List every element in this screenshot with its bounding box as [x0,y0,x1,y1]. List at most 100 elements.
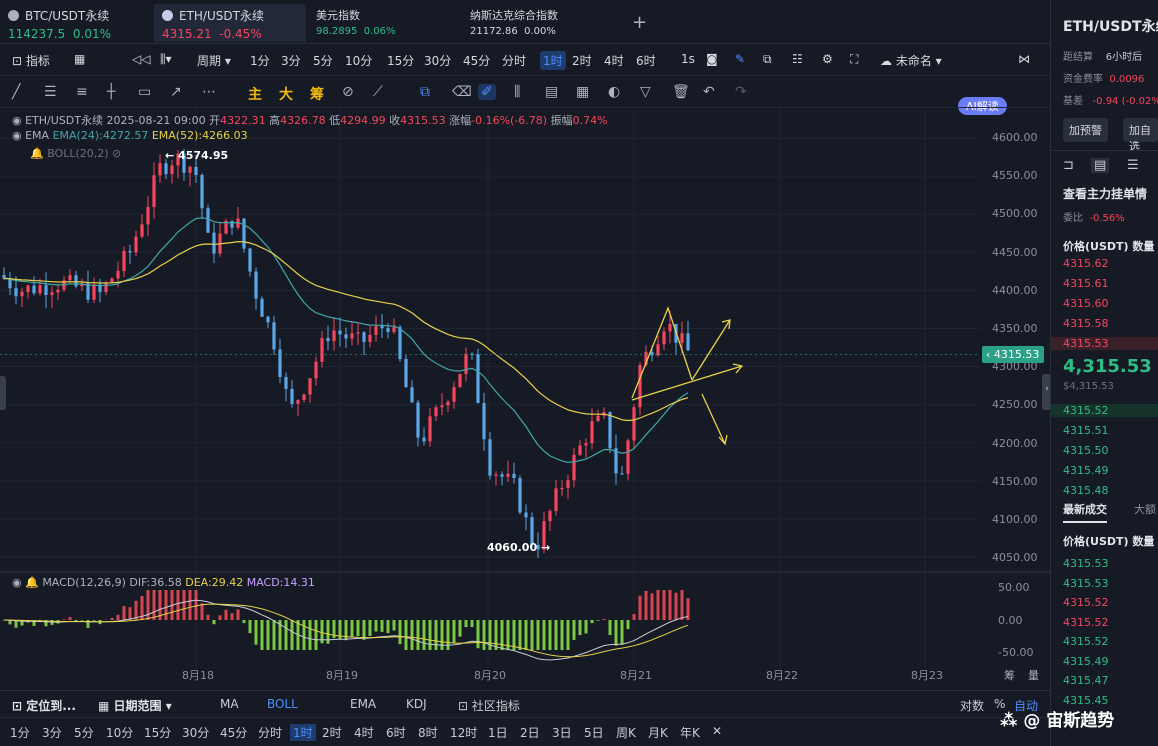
bid-row[interactable]: 4315.51 [1063,424,1109,437]
bid-row[interactable]: 4315.52 [1051,404,1158,417]
bid-row[interactable]: 4315.50 [1063,444,1109,457]
interval-10[interactable]: 4时 [604,52,624,69]
bid-row[interactable]: 4315.49 [1063,464,1109,477]
bid-row[interactable]: 4315.48 [1063,484,1109,497]
ask-row[interactable]: 4315.58 [1063,317,1109,330]
rewind-icon[interactable]: ◁◁ [132,52,150,66]
layout-icon[interactable]: ☷ [792,52,803,66]
orderbook-bid-icon[interactable]: ☰ [1127,158,1139,173]
ask-row[interactable]: 4315.62 [1063,257,1109,270]
bottom-interval-9[interactable]: 2时 [322,724,342,741]
eraser-icon[interactable]: ⌫ [452,84,472,100]
bottom-interval-17[interactable]: 5日 [584,724,604,741]
add-watchlist-button[interactable]: 加自选 [1123,118,1158,153]
ray-icon[interactable]: ↗ [170,84,182,100]
undo-icon[interactable]: ↶ [703,84,715,100]
date-range-dropdown[interactable]: ▦ 日期范围 ▾ [98,697,172,714]
add-tab-button[interactable]: + [632,12,647,33]
bottom-interval-15[interactable]: 2日 [520,724,540,741]
orderbook-both-icon[interactable]: ⊐ [1063,158,1074,173]
candle-type-icon[interactable]: ⫼▾ [160,52,172,67]
bottom-interval-1[interactable]: 3分 [42,724,62,741]
big-order-button[interactable]: 大 [279,84,293,104]
interval-5[interactable]: 30分 [424,52,451,69]
bottom-interval-4[interactable]: 15分 [144,724,171,741]
bell-icon[interactable]: 🔔 [25,576,39,589]
locate-button[interactable]: ⊡ 定位到... [12,697,76,714]
left-panel-handle[interactable] [0,376,6,410]
ask-row[interactable]: 4315.53 [1051,337,1158,350]
interval-1[interactable]: 3分 [281,52,301,69]
candles-icon[interactable]: ⫼ [514,84,520,100]
indicators-button[interactable]: ⊡ 指标 [12,52,50,69]
settings-icon[interactable]: ⚙ [822,52,833,66]
pen-icon[interactable]: ✎ [735,52,745,66]
chip-corner[interactable]: 筹 [1004,667,1015,683]
eye-icon[interactable]: ◉ [12,129,22,142]
orderbook-link[interactable]: 查看主力挂单情 [1063,185,1147,202]
chip-button[interactable]: 筹 [310,84,324,104]
brush-icon[interactable]: ◐ [608,84,620,100]
ask-row[interactable]: 4315.61 [1063,277,1109,290]
ma-tab[interactable]: MA [220,697,239,711]
interval-2[interactable]: 5分 [313,52,333,69]
calendar-icon[interactable]: ▦ [74,52,85,66]
hidden-eye-icon[interactable]: ⊘ [112,147,121,160]
add-alert-button[interactable]: 加预警 [1063,118,1108,142]
community-indicators-button[interactable]: ⊡ 社区指标 [458,697,520,714]
interval-7[interactable]: 分时 [502,52,526,69]
bottom-interval-19[interactable]: 月K [648,724,668,741]
fullscreen-icon[interactable]: ⛶ [850,52,858,67]
bottom-interval-6[interactable]: 45分 [220,724,247,741]
clipboard-icon[interactable]: ▤ [545,84,558,100]
bottom-interval-10[interactable]: 4时 [354,724,374,741]
ema-tab[interactable]: EMA [350,697,376,711]
rect-icon[interactable]: ▭ [138,84,151,100]
tab-nasdaq[interactable]: 纳斯达克综合指数 21172.86 0.00% [462,4,566,42]
channel-icon[interactable]: ≡ [76,84,88,100]
big-trades-tab[interactable]: 大额 [1134,501,1156,517]
interval-6[interactable]: 45分 [463,52,490,69]
orderbook-ask-icon[interactable]: ▤ [1091,158,1110,173]
bottom-interval-2[interactable]: 5分 [74,724,94,741]
measure-icon[interactable]: ⟋ [373,84,383,100]
bell-icon[interactable]: 🔔 [30,147,44,160]
bottom-interval-7[interactable]: 分时 [258,724,282,741]
redo-icon[interactable]: ↷ [735,84,747,100]
interval-11[interactable]: 6时 [636,52,656,69]
volume-corner[interactable]: 量 [1028,667,1039,683]
hline-icon[interactable]: ┼ [107,84,115,100]
period-dropdown[interactable]: 周期 ▾ [197,52,231,69]
hlines-icon[interactable]: ☰ [44,84,57,100]
eye-icon[interactable]: ◉ [12,114,22,127]
bottom-interval-12[interactable]: 8时 [418,724,438,741]
boll-tab[interactable]: BOLL [267,697,298,711]
one-second-button[interactable]: 1s [681,52,695,66]
bottom-interval-18[interactable]: 周K [616,724,636,741]
interval-9[interactable]: 2时 [572,52,592,69]
bottom-interval-16[interactable]: 3日 [552,724,572,741]
trendline-icon[interactable]: ╱ [12,84,20,100]
bottom-interval-20[interactable]: 年K [680,724,700,741]
calendar-small-icon[interactable]: ▦ [576,84,589,100]
close-icon[interactable]: ✕ [712,724,722,738]
tab-dxy[interactable]: 美元指数 98.2895 0.06% [308,4,404,42]
bottom-interval-11[interactable]: 6时 [386,724,406,741]
crop-icon[interactable]: ⧉ [763,52,772,67]
share-icon[interactable]: ⋈ [1018,52,1030,66]
eye-icon[interactable]: ◉ [12,576,22,589]
bottom-interval-14[interactable]: 1日 [488,724,508,741]
trash-icon[interactable]: 🗑 [672,84,690,100]
interval-8[interactable]: 1时 [540,51,566,70]
interval-0[interactable]: 1分 [250,52,270,69]
chart-canvas[interactable] [0,108,1050,690]
tab-eth[interactable]: ETH/USDT永续 4315.21 -0.45% [154,4,306,42]
more-icon[interactable]: ⋯ [202,84,216,100]
bottom-interval-13[interactable]: 12时 [450,724,477,741]
filter-icon[interactable]: ▽ [640,84,651,100]
copy-icon[interactable]: ⧉ [420,84,430,100]
bottom-interval-3[interactable]: 10分 [106,724,133,741]
interval-4[interactable]: 15分 [387,52,414,69]
interval-3[interactable]: 10分 [345,52,372,69]
layout-name-dropdown[interactable]: ☁ 未命名 ▾ [880,52,942,69]
